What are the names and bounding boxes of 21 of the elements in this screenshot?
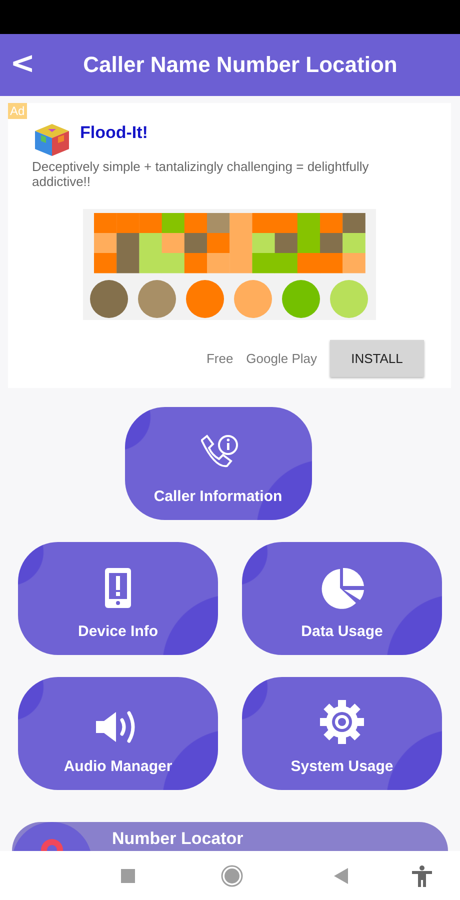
tile-button[interactable]: System Usage [242,677,442,790]
tile-button[interactable]: Caller Information [124,407,312,520]
store-label: Google Play [246,351,317,366]
back-icon[interactable] [334,868,348,884]
number-locator-button[interactable]: Number Locator [12,822,448,851]
page-title: Caller Name Number Location [83,52,398,78]
back-button[interactable]: < [10,46,36,84]
tile-button[interactable]: Audio Manager [18,677,218,790]
app-name: Flood-It! [80,123,148,143]
cube-icon [34,123,70,157]
settings-icon [319,700,365,744]
recents-icon[interactable] [121,868,135,882]
home-icon[interactable] [221,864,243,886]
tile-button[interactable]: Data Usage [242,542,442,655]
ad-description: Deceptively simple + tantalizingly challenging = delightfully addictive!! [31,159,370,189]
tile-button[interactable]: Device Info [18,542,218,655]
install-button[interactable]: INSTALL [330,340,424,377]
ad-badge: Ad [8,103,27,119]
price-label: Free [206,351,234,366]
phone-alert-icon [104,567,132,609]
accessibility-icon[interactable] [411,864,433,886]
